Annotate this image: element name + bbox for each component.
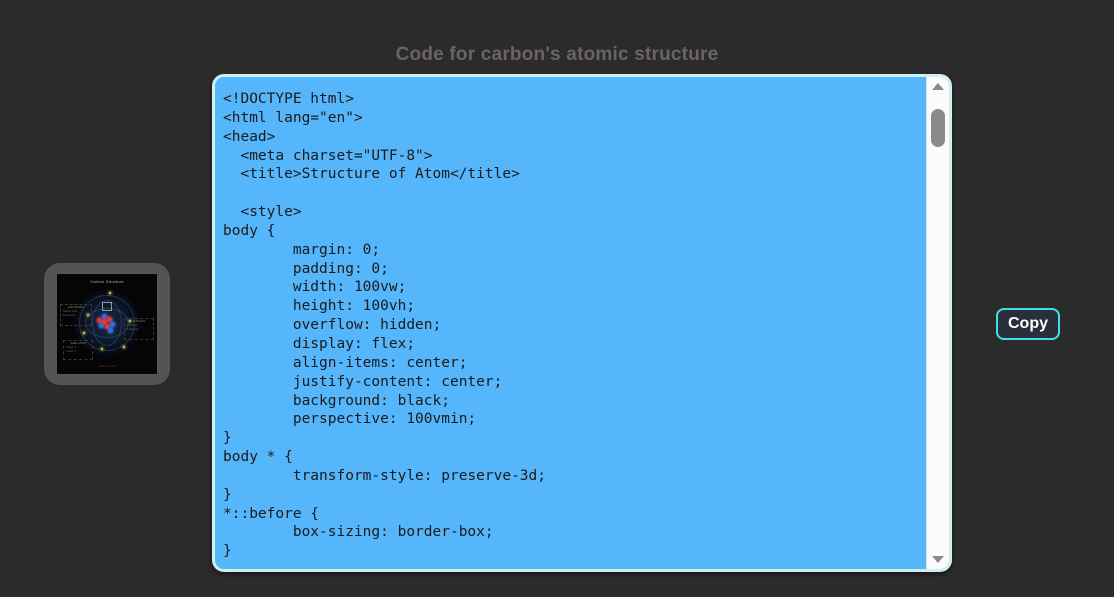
page-title: Code for carbon's atomic structure — [395, 44, 719, 65]
preview-screen: Carbon Structure ELECTRONS Valence shell… — [57, 274, 157, 374]
triangle-up-icon — [932, 83, 944, 90]
preview-footnote: Carbon Atom — [98, 364, 116, 368]
legend-row: 2 electrons — [63, 314, 75, 317]
legend-shell-data: SHELL DATA K shell : 2 L shell : 4 — [63, 340, 93, 360]
preview-heading: Carbon Structure — [90, 279, 124, 284]
nucleus — [97, 314, 117, 333]
electron — [123, 346, 125, 348]
neutron — [110, 322, 115, 327]
electron — [101, 348, 103, 350]
legend-title: ELECTRONS — [68, 306, 84, 309]
scroll-up-icon[interactable] — [927, 77, 949, 96]
legend-row: 6 neutrons — [127, 328, 139, 331]
nucleus-callout-box — [102, 302, 112, 311]
legend-electrons: ELECTRONS Valence shell 2 electrons — [60, 304, 92, 326]
code-scrollbar[interactable] — [926, 77, 949, 569]
copy-button[interactable]: Copy — [996, 308, 1060, 340]
scrollbar-thumb[interactable] — [931, 109, 945, 147]
preview-thumbnail[interactable]: Carbon Structure ELECTRONS Valence shell… — [44, 263, 170, 385]
code-panel — [212, 74, 952, 572]
legend-row: Valence shell — [63, 310, 78, 313]
legend-row: L shell : 4 — [66, 350, 77, 353]
neutron — [108, 328, 113, 333]
legend-title: SHELL DATA — [70, 342, 86, 345]
electron — [83, 332, 85, 334]
electron — [109, 292, 111, 294]
proton — [102, 319, 107, 324]
triangle-down-icon — [932, 556, 944, 563]
legend-row: 6 protons — [127, 324, 137, 327]
code-textarea[interactable] — [215, 77, 927, 569]
legend-row: K shell : 2 — [66, 346, 77, 349]
legend-nucleus: NUCLEUS 6 protons 6 neutrons — [124, 318, 154, 340]
legend-title: NUCLEUS — [132, 320, 146, 323]
scroll-down-icon[interactable] — [927, 550, 949, 569]
